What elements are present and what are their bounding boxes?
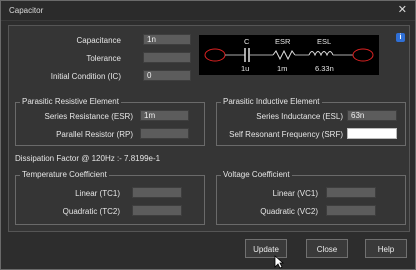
capacitance-field[interactable]: 1n [143, 34, 191, 45]
vc1-field[interactable] [326, 187, 376, 198]
rp-field[interactable] [140, 128, 189, 139]
capacitor-dialog: Capacitor ✕ Capacitance 1n Tolerance Ini… [0, 0, 416, 270]
schematic-esl-label: ESL [317, 37, 332, 46]
tc1-field[interactable] [132, 187, 182, 198]
parasitic-resistive-group: Parasitic Resistive Element Series Resis… [15, 97, 205, 146]
initial-condition-label: Initial Condition (IC) [50, 72, 121, 81]
initial-condition-field[interactable]: 0 [143, 70, 191, 81]
close-icon[interactable]: ✕ [398, 4, 407, 16]
left-terminal-icon [204, 48, 226, 62]
window-title: Capacitor [9, 6, 44, 15]
capacitance-label: Capacitance [76, 36, 121, 45]
schematic-esl-value: 6.33n [315, 64, 334, 73]
parasitic-inductive-group: Parasitic Inductive Element Series Induc… [216, 97, 406, 146]
info-icon[interactable]: i [396, 33, 405, 42]
tc2-field[interactable] [132, 205, 182, 216]
parasitic-inductive-title: Parasitic Inductive Element [221, 97, 322, 106]
help-button[interactable]: Help [365, 239, 407, 258]
title-bar: Capacitor ✕ [1, 1, 415, 21]
vc2-field[interactable] [326, 205, 376, 216]
schematic-esr-value: 1m [277, 64, 288, 73]
tc2-label: Quadratic (TC2) [62, 207, 120, 216]
schematic-c-label: C [244, 37, 250, 46]
voltage-coefficient-group: Voltage Coefficient Linear (VC1) Quadrat… [216, 170, 406, 225]
vc2-label: Quadratic (VC2) [260, 207, 318, 216]
inductor-icon [308, 51, 334, 57]
resistor-icon [272, 49, 296, 61]
schematic-esr-label: ESR [275, 37, 291, 46]
temperature-coefficient-group: Temperature Coefficient Linear (TC1) Qua… [15, 170, 205, 225]
srf-label: Self Resonant Frequency (SRF) [229, 130, 343, 139]
temperature-coefficient-title: Temperature Coefficient [20, 170, 109, 179]
esr-label: Series Resistance (ESR) [44, 112, 133, 121]
voltage-coefficient-title: Voltage Coefficient [221, 170, 292, 179]
tolerance-label: Tolerance [86, 54, 121, 63]
right-terminal-icon [352, 48, 374, 62]
properties-panel: Capacitance 1n Tolerance Initial Conditi… [8, 25, 410, 232]
parasitic-resistive-title: Parasitic Resistive Element [20, 97, 121, 106]
close-button[interactable]: Close [306, 239, 348, 258]
tolerance-field[interactable] [143, 52, 191, 63]
mouse-cursor-icon [274, 255, 284, 269]
rp-label: Parallel Resistor (RP) [56, 130, 133, 139]
tc1-label: Linear (TC1) [75, 189, 120, 198]
schematic-c-value: 1u [241, 64, 250, 73]
dissipation-factor-text: Dissipation Factor @ 120Hz :- 7.8199e-1 [15, 154, 161, 163]
capacitor-schematic: C ESR ESL 1u 1m 6.33n [199, 35, 379, 75]
esl-field[interactable]: 63n [347, 110, 397, 121]
srf-field[interactable] [347, 128, 397, 139]
vc1-label: Linear (VC1) [272, 189, 318, 198]
esr-field[interactable]: 1m [140, 110, 189, 121]
esl-label: Series Inductance (ESL) [256, 112, 343, 121]
